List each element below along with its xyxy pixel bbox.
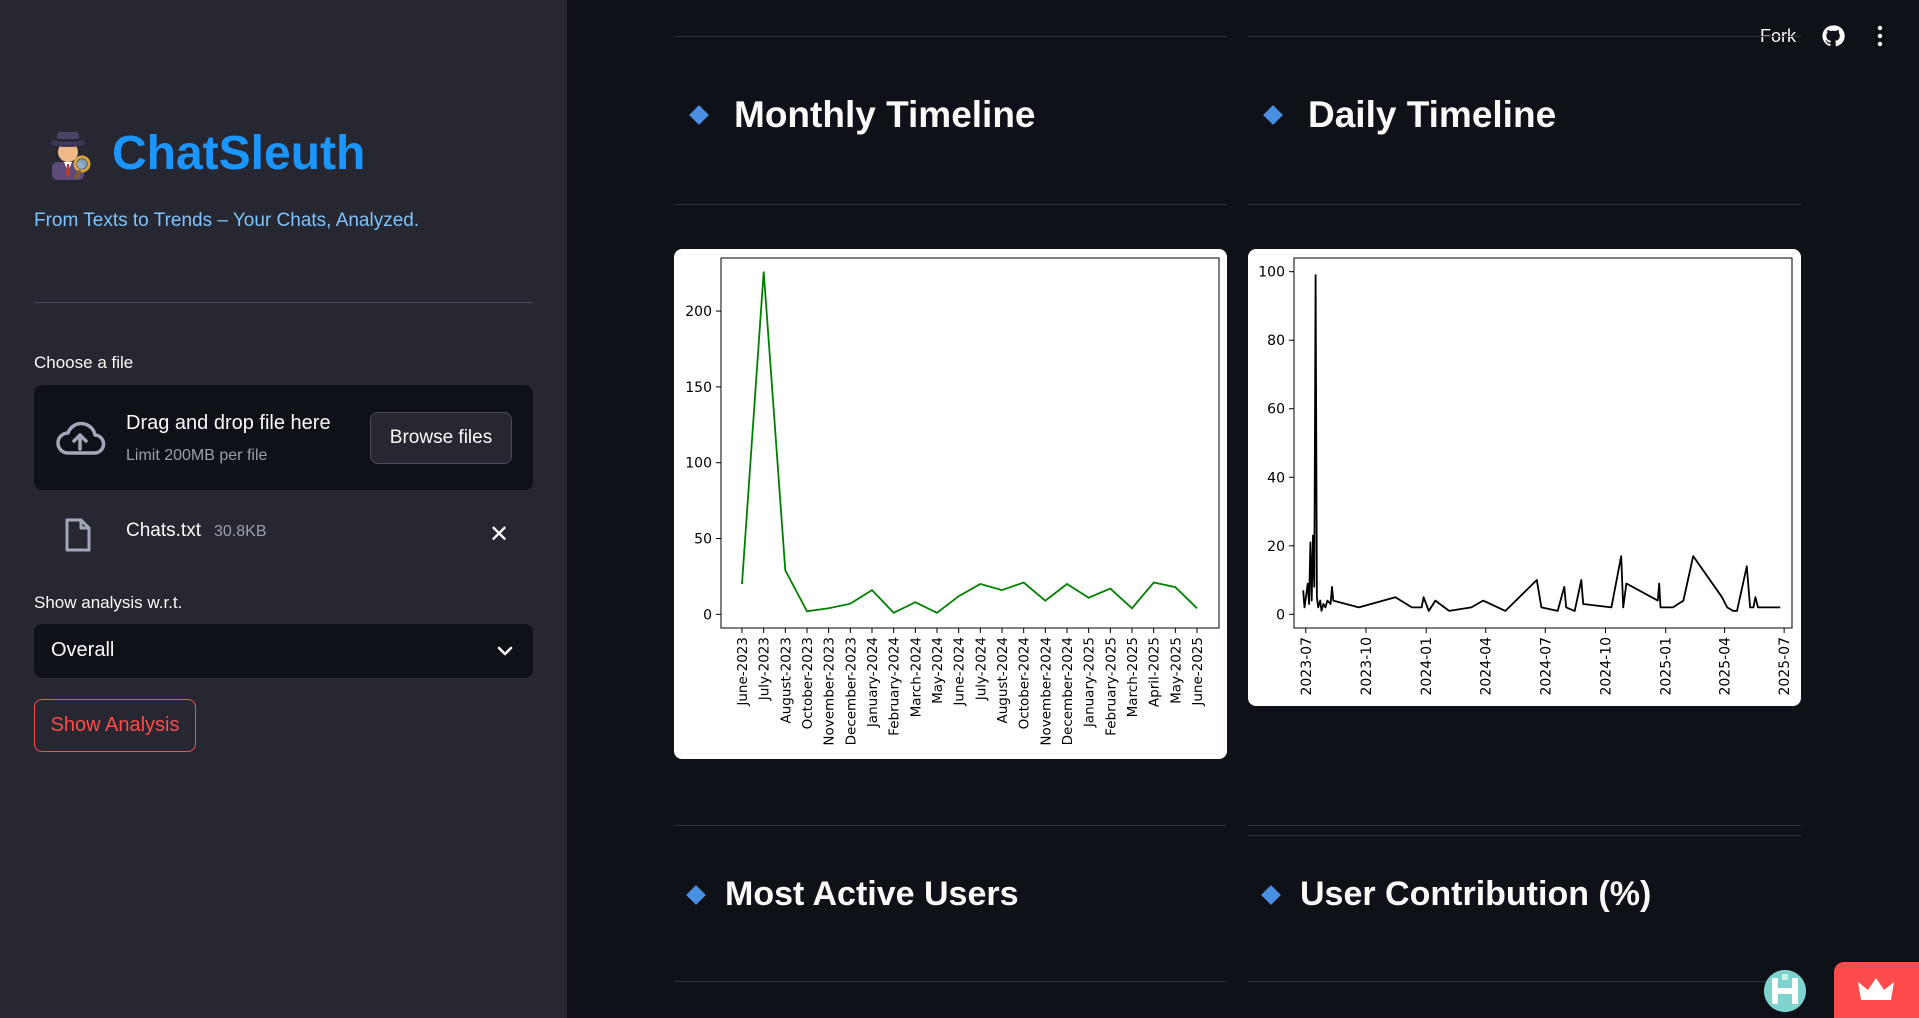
x-tick-label: March-2025	[1125, 637, 1141, 717]
x-tick-label: 2023-07	[1299, 637, 1315, 696]
x-tick-label: 2024-01	[1419, 637, 1435, 696]
y-tick-label: 20	[1267, 539, 1285, 555]
x-tick-label: June-2023	[735, 637, 751, 707]
file-uploader-label: Choose a file	[34, 353, 134, 372]
x-tick-label: October-2024	[1017, 637, 1033, 729]
analysis-select-label: Show analysis w.r.t.	[34, 593, 183, 612]
most-active-users-title: Most Active Users	[725, 875, 1019, 913]
daily-timeline-chart: 0 20 40 60 80 100 2023-07 2023-10 2024-01 2024-04…	[1248, 249, 1801, 706]
user-contribution-heading: User Contribution (%)	[1261, 875, 1652, 914]
x-tick-label: May-2024	[930, 637, 946, 704]
sidebar-divider	[34, 302, 533, 303]
streamlit-badge[interactable]	[1834, 962, 1919, 1018]
x-tick-label: 2025-04	[1718, 637, 1734, 696]
x-tick-label: July-2024	[973, 637, 989, 701]
x-tick-label: November-2024	[1038, 637, 1054, 746]
y-tick-label: 50	[694, 532, 712, 548]
analysis-select-value: Overall	[51, 639, 115, 661]
user-contribution-title: User Contribution (%)	[1300, 875, 1652, 913]
x-tick-label: 2024-07	[1538, 637, 1554, 696]
dropzone-instruction: Drag and drop file here	[126, 412, 331, 434]
app-tagline: From Texts to Trends – Your Chats, Analy…	[34, 210, 420, 231]
x-tick-label: June-2025	[1190, 637, 1206, 707]
daily-timeline-title: Daily Timeline	[1308, 94, 1557, 135]
x-tick-label: August-2023	[778, 637, 794, 723]
show-analysis-button[interactable]: Show Analysis	[34, 699, 196, 752]
diamond-icon	[1261, 884, 1281, 905]
x-tick-label: June-2024	[952, 637, 968, 707]
divider	[674, 204, 1227, 205]
x-tick-label: May-2025	[1168, 637, 1184, 704]
remove-file-close-icon[interactable]: ✕	[486, 521, 512, 548]
x-tick-label: March-2024	[908, 637, 924, 717]
x-tick-label: November-2023	[822, 637, 838, 746]
analysis-select[interactable]: Overall	[34, 624, 533, 678]
plot-frame	[720, 257, 1220, 629]
github-icon[interactable]	[1821, 24, 1845, 48]
x-tick-label: December-2023	[843, 637, 859, 745]
x-tick-label: January-2024	[865, 637, 881, 728]
divider	[674, 981, 1227, 982]
divider	[674, 36, 1227, 37]
more-options-icon[interactable]	[1868, 24, 1892, 48]
browse-files-button[interactable]: Browse files	[370, 412, 512, 464]
y-tick-label: 60	[1267, 402, 1285, 418]
monthly-timeline-title: Monthly Timeline	[734, 94, 1036, 135]
file-icon	[65, 518, 91, 552]
monthly-chart-svg: 0 50 100 150 200 June-2023 July-2023 August-202…	[685, 257, 1220, 746]
x-tick-label: October-2023	[800, 637, 816, 729]
y-tick-label: 0	[1276, 607, 1285, 623]
x-tick-label: July-2023	[757, 637, 773, 701]
detective-icon	[50, 131, 91, 180]
x-tick-label: February-2025	[1103, 637, 1119, 736]
daily-chart-svg: 0 20 40 60 80 100 2023-07 2023-10 2024-01 2024-04…	[1258, 257, 1793, 696]
avatar[interactable]	[1764, 970, 1806, 1012]
uploaded-file: Chats.txt 30.8KB ✕	[34, 510, 533, 560]
x-tick-label: 2025-01	[1659, 637, 1675, 696]
avatar-pattern-icon	[1764, 970, 1806, 1012]
uploaded-file-size: 30.8KB	[214, 523, 267, 540]
x-tick-label: December-2024	[1060, 637, 1076, 745]
chevron-down-icon	[497, 646, 513, 656]
daily-series-line	[1302, 274, 1781, 612]
most-active-users-heading: Most Active Users	[686, 875, 1019, 914]
diamond-icon	[689, 105, 709, 125]
uploaded-file-name: Chats.txt	[126, 520, 201, 541]
divider	[674, 825, 1227, 826]
monthly-timeline-heading: Monthly Timeline	[689, 94, 1036, 136]
x-tick-label: August-2024	[995, 637, 1011, 723]
monthly-series-line	[741, 271, 1198, 614]
x-tick-label: 2024-10	[1598, 637, 1614, 696]
x-tick-label: 2024-04	[1479, 637, 1495, 696]
divider	[1248, 36, 1801, 37]
y-tick-label: 150	[685, 380, 712, 396]
x-tick-label: January-2025	[1082, 637, 1098, 728]
file-dropzone[interactable]: Drag and drop file here Limit 200MB per …	[34, 385, 533, 490]
diamond-icon	[686, 884, 706, 905]
dropzone-limit: Limit 200MB per file	[126, 447, 268, 464]
divider	[1248, 835, 1801, 836]
x-tick-label: 2025-07	[1777, 637, 1793, 696]
sidebar: ChatSleuth From Texts to Trends – Your C…	[0, 0, 567, 1018]
y-tick-label: 40	[1267, 470, 1285, 486]
x-tick-label: February-2024	[887, 637, 903, 736]
x-tick-label: 2023-10	[1359, 637, 1375, 696]
y-tick-label: 80	[1267, 333, 1285, 349]
y-tick-label: 0	[703, 607, 712, 623]
y-tick-label: 200	[685, 304, 712, 320]
divider	[1248, 204, 1801, 205]
crown-icon	[1858, 978, 1894, 1000]
plot-frame	[1293, 257, 1793, 629]
y-tick-label: 100	[685, 456, 712, 472]
cloud-upload-icon	[56, 421, 106, 455]
diamond-icon	[1263, 105, 1283, 125]
x-tick-label: April-2025	[1147, 637, 1163, 707]
app-title: ChatSleuth	[112, 127, 366, 180]
divider	[1248, 825, 1801, 826]
monthly-timeline-chart: 0 50 100 150 200 June-2023 July-2023 August-202…	[674, 249, 1227, 759]
daily-timeline-heading: Daily Timeline	[1263, 94, 1557, 136]
y-tick-label: 100	[1258, 265, 1285, 281]
brand: ChatSleuth	[42, 126, 365, 181]
divider	[1248, 981, 1801, 982]
